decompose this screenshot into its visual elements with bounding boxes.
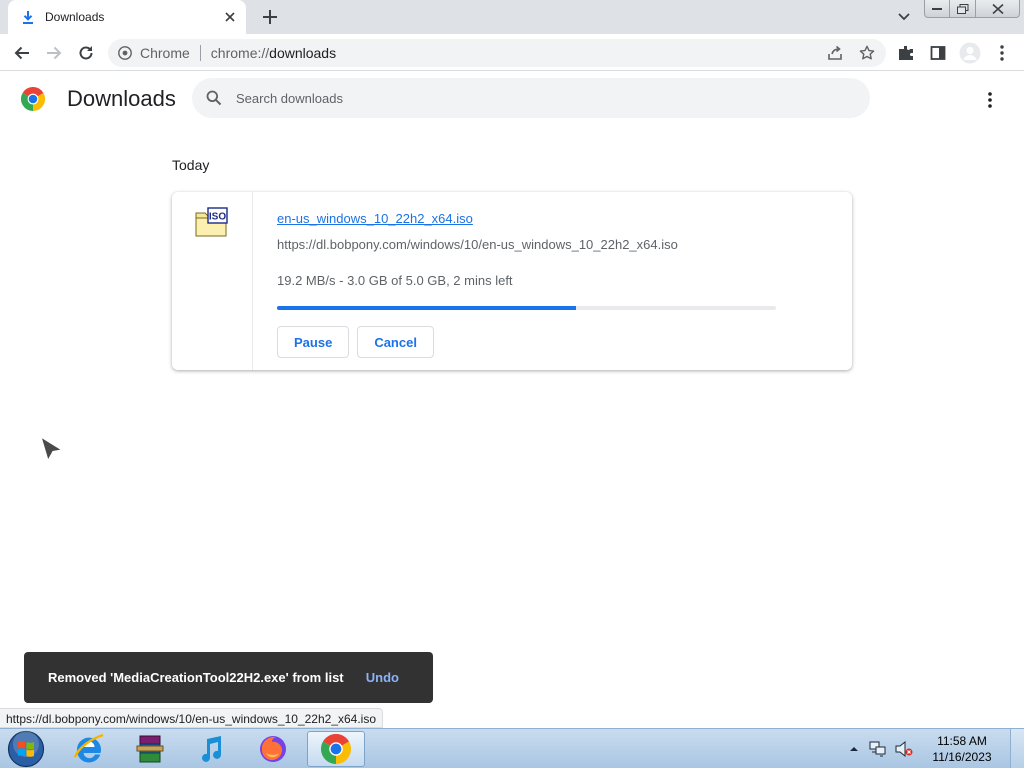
tab-downloads[interactable]: Downloads [8,0,246,34]
url-host: downloads [269,45,337,61]
download-icon [20,9,36,25]
file-name-link[interactable]: en-us_windows_10_22h2_x64.iso [277,211,473,226]
clock-date: 11/16/2023 [932,750,992,764]
taskbar-winrar-icon[interactable] [121,731,179,767]
profile-avatar-icon[interactable] [957,40,983,66]
search-icon [204,88,224,108]
chrome-site-icon [118,46,132,60]
download-item-card: ISO en-us_windows_10_22h2_x64.iso https:… [172,192,852,370]
omnibox-divider [199,45,201,61]
close-icon[interactable] [976,0,1020,18]
taskbar-internet-explorer-icon[interactable] [60,731,118,767]
chrome-menu-icon[interactable] [989,40,1015,66]
download-progress-bar [277,306,776,310]
site-chip[interactable]: Chrome [118,45,190,61]
chevron-down-icon[interactable] [894,7,914,27]
system-tray: 11:58 AM 11/16/2023 [846,729,1024,768]
source-url: https://dl.bobpony.com/windows/10/en-us_… [277,237,678,252]
undo-button[interactable]: Undo [366,670,399,685]
start-button[interactable] [6,730,46,768]
removed-toast: Removed 'MediaCreationTool22H2.exe' from… [24,652,433,703]
mouse-cursor-icon [39,435,64,467]
bookmark-star-icon[interactable] [856,42,878,64]
network-icon[interactable] [868,739,888,759]
share-icon[interactable] [824,42,846,64]
restore-icon[interactable] [950,0,976,18]
forward-icon[interactable] [41,40,67,66]
tab-strip: Downloads [0,0,1024,34]
windows-taskbar: 11:58 AM 11/16/2023 [0,728,1024,768]
downloads-header: Downloads [0,72,1024,128]
taskbar-clock[interactable]: 11:58 AM 11/16/2023 [920,733,1004,765]
file-icon-column: ISO [172,192,253,370]
window-controls [924,0,1020,18]
minimize-icon[interactable] [924,0,950,18]
page-title: Downloads [67,86,176,111]
link-status-bubble: https://dl.bobpony.com/windows/10/en-us_… [0,708,384,728]
iso-badge-text: ISO [209,212,226,223]
tab-close-icon[interactable] [222,9,238,25]
clock-time: 11:58 AM [937,734,987,748]
tab-title: Downloads [45,10,105,24]
browser-toolbar: Chrome chrome://downloads [0,34,1024,71]
iso-file-icon: ISO [195,207,229,242]
chrome-logo-icon [20,86,46,116]
download-status: 19.2 MB/s - 3.0 GB of 5.0 GB, 2 mins lef… [277,273,513,288]
search-downloads-box[interactable] [192,78,870,118]
new-tab-button[interactable] [258,6,282,28]
address-bar[interactable]: Chrome chrome://downloads [108,39,886,67]
taskbar-firefox-icon[interactable] [244,731,302,767]
volume-muted-icon[interactable] [894,739,914,759]
search-input[interactable] [236,90,836,106]
more-actions-icon[interactable] [978,88,1002,112]
url-scheme: chrome:// [210,45,270,61]
url-text: chrome://downloads [211,45,336,61]
extensions-icon[interactable] [893,40,919,66]
cancel-button[interactable]: Cancel [357,326,434,358]
toast-message: Removed 'MediaCreationTool22H2.exe' from… [48,670,344,685]
side-panel-icon[interactable] [925,40,951,66]
site-chip-label: Chrome [140,45,190,61]
date-section-header: Today [172,157,210,173]
taskbar-chrome-icon[interactable] [307,731,365,767]
back-icon[interactable] [9,40,35,66]
reload-icon[interactable] [73,40,99,66]
pause-button[interactable]: Pause [277,326,350,358]
show-hidden-icons-icon[interactable] [846,741,862,757]
show-desktop-button[interactable] [1010,729,1024,768]
taskbar-itunes-icon[interactable] [182,731,240,767]
download-progress-fill [277,306,577,310]
